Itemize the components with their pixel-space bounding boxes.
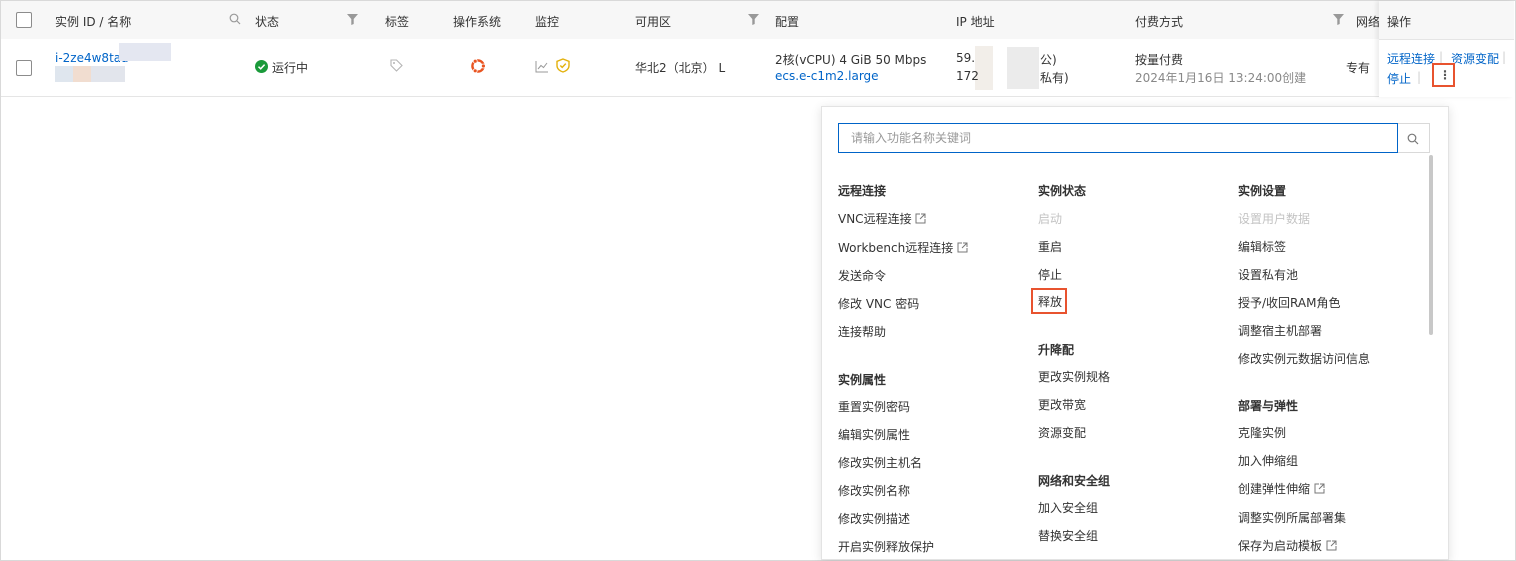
menu-item-restart[interactable]: 重启	[1038, 238, 1062, 255]
header-config: 配置	[775, 15, 800, 29]
menu-item-vnc-password[interactable]: 修改 VNC 密码	[838, 295, 919, 312]
menu-item-send-command[interactable]: 发送命令	[838, 267, 886, 284]
menu-item-hostname[interactable]: 修改实例主机名	[838, 454, 922, 471]
menu-item-stop[interactable]: 停止	[1038, 266, 1062, 283]
header-instance: 实例 ID / 名称	[55, 15, 132, 29]
config-type-link[interactable]: ecs.e-c1m2.large	[775, 69, 879, 83]
group-title-resize: 升降配	[1038, 343, 1075, 357]
menu-item-replace-sg[interactable]: 替换安全组	[1038, 527, 1098, 544]
row-checkbox[interactable]	[16, 60, 32, 76]
stop-link[interactable]: 停止	[1387, 70, 1411, 87]
more-actions-dropdown: 远程连接 VNC远程连接 Workbench远程连接 发送命令 修改 VNC 密…	[821, 106, 1449, 560]
scrollbar[interactable]	[1429, 155, 1433, 335]
menu-item-workbench[interactable]: Workbench远程连接	[838, 239, 968, 256]
menu-item-connect-help[interactable]: 连接帮助	[838, 323, 886, 340]
tag-icon[interactable]	[390, 59, 403, 72]
search-icon[interactable]	[229, 13, 241, 25]
menu-item-resource-resize[interactable]: 资源变配	[1038, 424, 1086, 441]
instance-id-link[interactable]: i-2ze4w8taa	[55, 51, 128, 65]
config-spec: 2核(vCPU) 4 GiB 50 Mbps	[775, 53, 927, 67]
menu-item-deploy-set[interactable]: 调整实例所属部署集	[1238, 509, 1346, 526]
external-link-icon	[1326, 540, 1337, 551]
external-link-icon	[915, 213, 926, 224]
menu-item-edit-attributes[interactable]: 编辑实例属性	[838, 426, 910, 443]
menu-item-release-protection[interactable]: 开启实例释放保护	[838, 538, 934, 555]
header-billing: 付费方式	[1135, 15, 1184, 29]
menu-item-private-pool[interactable]: 设置私有池	[1238, 266, 1298, 283]
highlight-more-button	[1432, 63, 1455, 87]
group-title-security: 网络和安全组	[1038, 474, 1111, 488]
menu-item-instance-name[interactable]: 修改实例名称	[838, 482, 910, 499]
separator: |	[1417, 70, 1422, 84]
menu-item-start: 启动	[1038, 212, 1063, 226]
redacted-block	[119, 43, 171, 61]
remote-connect-link[interactable]: 远程连接	[1387, 50, 1435, 67]
group-title-attributes: 实例属性	[838, 373, 887, 387]
filter-icon[interactable]	[748, 14, 759, 25]
menu-item-host-deploy[interactable]: 调整宿主机部署	[1238, 322, 1322, 339]
monitor-chart-icon[interactable]	[535, 60, 549, 73]
menu-item-metadata-access[interactable]: 修改实例元数据访问信息	[1238, 350, 1370, 367]
separator: |	[1502, 50, 1507, 64]
header-status: 状态	[255, 15, 280, 29]
shield-icon[interactable]	[556, 58, 570, 73]
menu-item-user-data: 设置用户数据	[1238, 212, 1311, 226]
ip-public-prefix: 59.	[956, 51, 976, 65]
billing-type: 按量付费	[1135, 53, 1184, 67]
menu-item-change-spec[interactable]: 更改实例规格	[1038, 368, 1110, 385]
header-actions: 操作	[1387, 15, 1412, 29]
menu-item-join-sg[interactable]: 加入安全组	[1038, 499, 1098, 516]
check-circle-icon	[255, 60, 268, 73]
actions-header-cell: 操作	[1379, 1, 1514, 40]
group-title-elastic: 部署与弹性	[1238, 399, 1299, 413]
menu-item-ram-role[interactable]: 授予/收回RAM角色	[1238, 294, 1340, 311]
ip-private-prefix: 172	[956, 69, 979, 83]
filter-icon[interactable]	[347, 14, 358, 25]
resize-link[interactable]: 资源变配	[1451, 50, 1499, 67]
table-row: i-2ze4w8taa 运行中 华北2（北京） L 2核(vCPU) 4 GiB…	[1, 39, 1514, 97]
network-type: 专有	[1346, 61, 1371, 75]
search-input[interactable]	[839, 124, 1397, 152]
header-zone: 可用区	[635, 15, 672, 29]
redacted-block	[1007, 47, 1039, 89]
ubuntu-icon	[471, 58, 486, 74]
status-text: 运行中	[272, 61, 309, 75]
redacted-block	[975, 46, 993, 90]
ip-private-suffix: 私有)	[1040, 71, 1069, 85]
menu-item-clone[interactable]: 克隆实例	[1238, 424, 1286, 441]
search-button[interactable]	[1398, 123, 1430, 153]
zone-text: 华北2（北京） L	[635, 61, 726, 75]
search-box	[838, 123, 1398, 153]
menu-item-vnc[interactable]: VNC远程连接	[838, 210, 926, 227]
menu-item-save-template[interactable]: 保存为启动模板	[1238, 537, 1337, 554]
highlight-release	[1031, 288, 1067, 314]
menu-item-change-bandwidth[interactable]: 更改带宽	[1038, 396, 1086, 413]
ip-public-suffix: 公)	[1040, 53, 1057, 67]
menu-item-description[interactable]: 修改实例描述	[838, 510, 910, 527]
external-link-icon	[1314, 483, 1325, 494]
table-header: 实例 ID / 名称 状态 标签 操作系统 监控 可用区 配置 IP 地址 付费…	[1, 1, 1514, 40]
group-title-state: 实例状态	[1038, 184, 1087, 198]
menu-item-reset-password[interactable]: 重置实例密码	[838, 398, 910, 415]
search-icon	[1407, 133, 1419, 145]
menu-item-edit-tags[interactable]: 编辑标签	[1238, 238, 1286, 255]
header-tags: 标签	[385, 15, 410, 29]
external-link-icon	[957, 242, 968, 253]
select-all-checkbox[interactable]	[16, 12, 32, 28]
separator: |	[1439, 50, 1444, 64]
group-title-settings: 实例设置	[1238, 184, 1287, 198]
billing-created: 2024年1月16日 13:24:00创建	[1135, 71, 1307, 85]
header-monitor: 监控	[535, 15, 560, 29]
header-network: 网络	[1356, 15, 1381, 29]
filter-icon[interactable]	[1333, 14, 1344, 25]
header-ip: IP 地址	[956, 15, 995, 29]
menu-item-create-scaling[interactable]: 创建弹性伸缩	[1238, 480, 1325, 497]
header-os: 操作系统	[453, 15, 502, 29]
group-title-remote: 远程连接	[838, 184, 887, 198]
redacted-block	[55, 66, 125, 82]
menu-item-join-scaling[interactable]: 加入伸缩组	[1238, 452, 1298, 469]
